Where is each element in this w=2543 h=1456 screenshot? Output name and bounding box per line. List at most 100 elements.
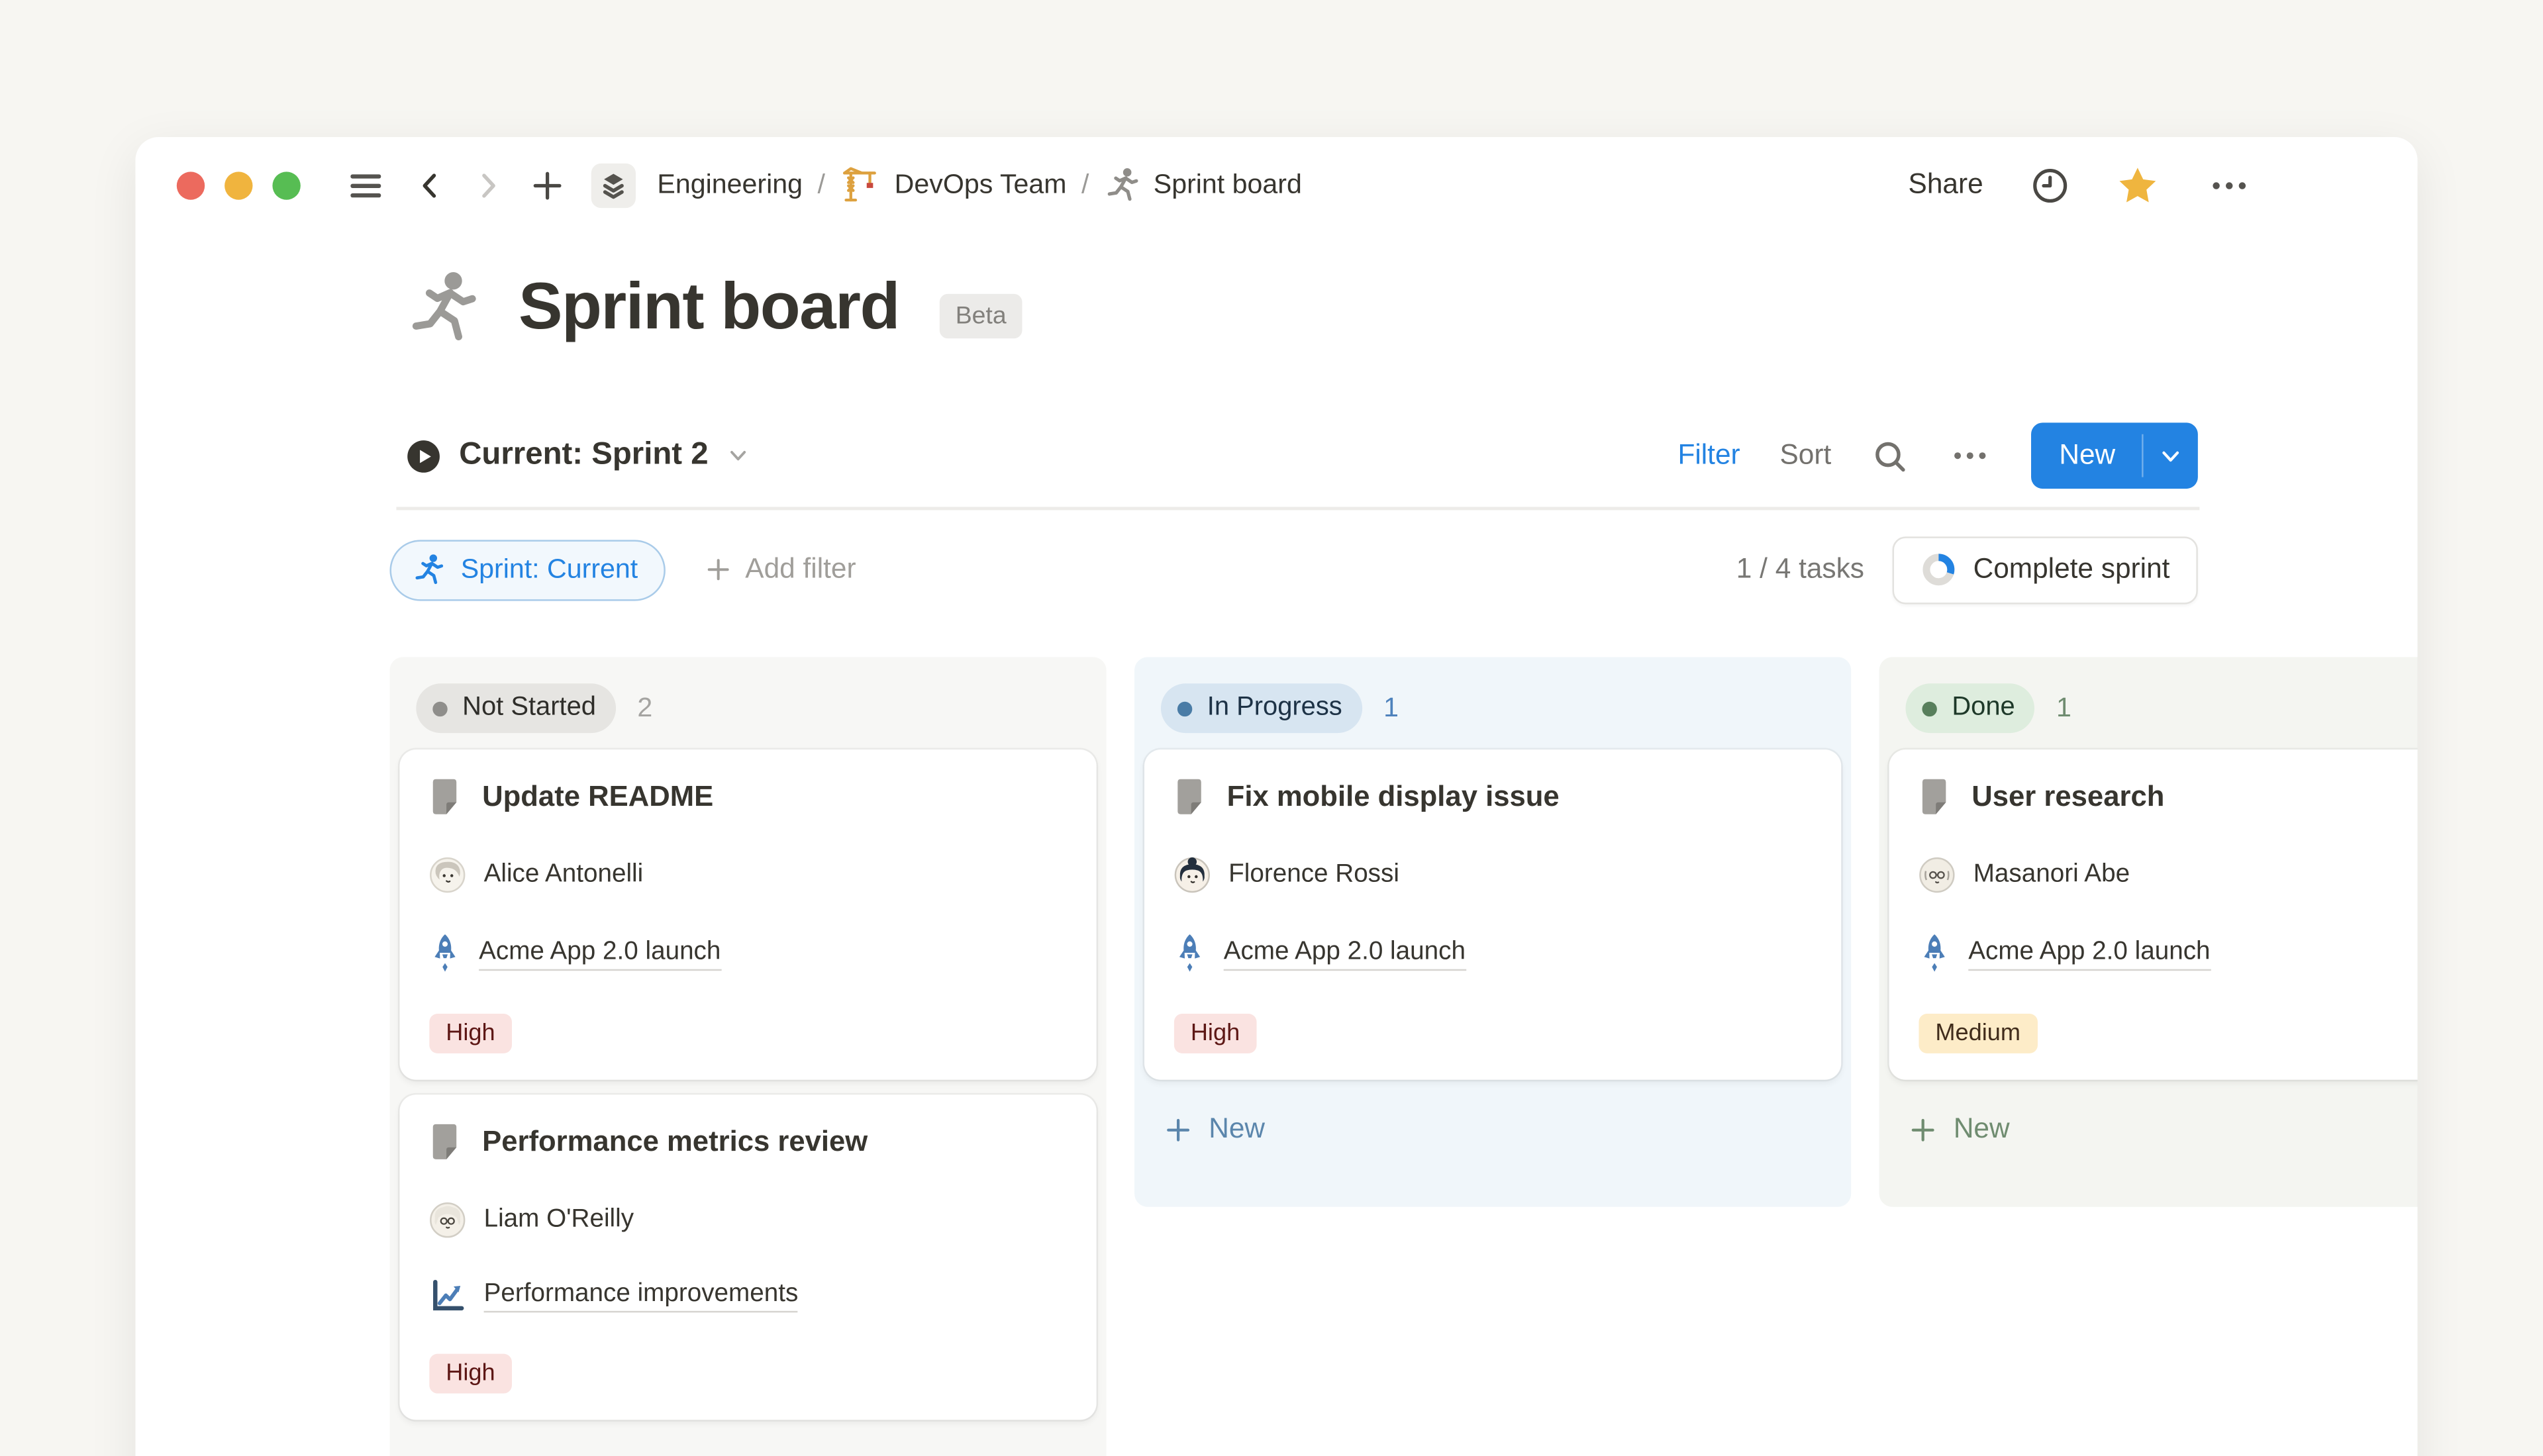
view-more-options-icon[interactable]: [1948, 439, 1991, 472]
avatar: [429, 857, 466, 893]
app-window: Engineering / DevOps Team / Sprint board…: [135, 137, 2417, 1456]
rocket-icon: [1919, 933, 1950, 974]
breadcrumb-item-engineering[interactable]: Engineering: [657, 170, 803, 201]
window-controls: [177, 171, 301, 199]
runner-icon: [1104, 167, 1140, 203]
priority-tag: High: [429, 1354, 511, 1394]
priority-tag: High: [429, 1014, 511, 1053]
hamburger-menu-icon[interactable]: [344, 166, 388, 204]
status-badge[interactable]: Done: [1906, 683, 2035, 733]
filter-bar: Sprint: Current Add filter 1 / 4 tasks C…: [389, 533, 2197, 606]
column-count: 1: [1383, 693, 1399, 724]
task-card-fix-mobile-display-issue[interactable]: Fix mobile display issue Florence Rossi …: [1144, 750, 1841, 1080]
page-icon: [429, 777, 460, 815]
filter-bar-left: Sprint: Current Add filter: [389, 539, 856, 600]
status-dot: [1922, 701, 1936, 715]
card-assignee-row: Florence Rossi: [1174, 857, 1811, 893]
filter-button[interactable]: Filter: [1677, 439, 1740, 472]
page-icon: [1174, 777, 1205, 815]
page-icon: [429, 1123, 460, 1161]
page-runner-icon[interactable]: [406, 269, 482, 345]
favorite-star-icon[interactable]: [2117, 164, 2158, 205]
topbar-actions: Share: [1909, 164, 2253, 205]
runner-icon: [413, 553, 446, 586]
board-column-not-started: Not Started 2 Update README Alice Antone…: [389, 657, 1106, 1456]
add-page-icon[interactable]: [530, 168, 564, 202]
project-link[interactable]: Acme App 2.0 launch: [1224, 937, 1466, 970]
card-project-row: Acme App 2.0 launch: [1174, 933, 1811, 974]
minimize-button[interactable]: [224, 171, 252, 199]
sort-button[interactable]: Sort: [1779, 439, 1831, 472]
add-card-button[interactable]: New: [1889, 1094, 2418, 1164]
project-link[interactable]: Acme App 2.0 launch: [1968, 937, 2210, 970]
plus-icon: [1909, 1115, 1936, 1143]
card-project-row: Acme App 2.0 launch: [429, 933, 1066, 974]
task-card-update-readme[interactable]: Update README Alice Antonelli Acme App 2…: [399, 750, 1096, 1080]
window-topbar: Engineering / DevOps Team / Sprint board…: [135, 137, 2417, 233]
task-card-user-research[interactable]: User research Masanori Abe Acme App 2.0 …: [1889, 750, 2418, 1080]
card-title-row: Update README: [429, 777, 1066, 815]
zoom-button[interactable]: [272, 171, 300, 199]
sprint-filter-chip[interactable]: Sprint: Current: [389, 539, 666, 600]
new-button-label: New: [2031, 422, 2142, 489]
page-title[interactable]: Sprint board: [519, 270, 899, 344]
crane-icon: [840, 164, 881, 205]
more-options-icon[interactable]: [2206, 168, 2252, 202]
search-icon[interactable]: [1871, 437, 1909, 475]
breadcrumb-separator: /: [816, 170, 826, 201]
add-card-button[interactable]: New: [1144, 1094, 1841, 1164]
new-button[interactable]: New: [2031, 422, 2198, 489]
rocket-icon: [429, 933, 460, 974]
board-column-in-progress: In Progress 1 Fix mobile display issue F…: [1134, 657, 1851, 1206]
card-project-row: Performance improvements: [429, 1278, 1066, 1314]
project-link[interactable]: Acme App 2.0 launch: [479, 937, 721, 970]
column-count: 2: [637, 693, 652, 724]
beta-badge: Beta: [939, 293, 1023, 338]
back-icon[interactable]: [415, 168, 446, 202]
priority-tag: Medium: [1919, 1014, 2036, 1053]
toolbar-divider: [396, 507, 2199, 510]
status-dot: [1177, 701, 1192, 715]
tasks-progress-label: 1 / 4 tasks: [1736, 553, 1864, 586]
breadcrumb: Engineering / DevOps Team / Sprint board: [657, 164, 1301, 205]
priority-tag: High: [1174, 1014, 1256, 1053]
new-button-chevron-icon[interactable]: [2144, 422, 2198, 489]
page-header: Sprint board Beta: [406, 269, 1022, 345]
close-button[interactable]: [177, 171, 205, 199]
card-title-row: Performance metrics review: [429, 1123, 1066, 1161]
view-switcher[interactable]: Current: Sprint 2: [406, 438, 750, 474]
filter-bar-right: 1 / 4 tasks Complete sprint: [1736, 536, 2198, 603]
column-count: 1: [2056, 693, 2071, 724]
complete-sprint-button[interactable]: Complete sprint: [1892, 536, 2197, 603]
status-badge[interactable]: In Progress: [1161, 683, 1362, 733]
screenshot-stage: Engineering / DevOps Team / Sprint board…: [0, 0, 2543, 1456]
avatar: [1174, 857, 1211, 893]
view-toolbar: Current: Sprint 2 Filter Sort New: [406, 421, 2197, 491]
view-toolbar-actions: Filter Sort New: [1677, 422, 2197, 489]
column-header: Not Started 2: [399, 667, 1096, 750]
status-dot: [432, 701, 447, 715]
breadcrumb-separator: /: [1080, 170, 1091, 201]
breadcrumb-item-sprint-board[interactable]: Sprint board: [1104, 167, 1302, 203]
avatar: [429, 1202, 466, 1238]
card-title-row: User research: [1919, 777, 2417, 815]
status-badge[interactable]: Not Started: [416, 683, 616, 733]
clock-icon[interactable]: [2031, 166, 2069, 204]
card-assignee-row: Alice Antonelli: [429, 857, 1066, 893]
board-column-done: Done 1 User research Masanori Abe Acme A…: [1879, 657, 2418, 1206]
project-link[interactable]: Performance improvements: [484, 1279, 799, 1312]
share-button[interactable]: Share: [1909, 168, 1983, 201]
avatar: [1919, 857, 1955, 893]
current-view-label: Current: Sprint 2: [459, 438, 708, 474]
card-assignee-row: Liam O'Reilly: [429, 1202, 1066, 1238]
plus-icon: [1164, 1115, 1192, 1143]
progress-ring-icon: [1920, 552, 1957, 588]
add-filter-button[interactable]: Add filter: [705, 553, 856, 586]
breadcrumb-item-devops-team[interactable]: DevOps Team: [840, 164, 1066, 205]
play-circle-icon: [406, 438, 440, 473]
plus-icon: [705, 556, 732, 583]
collections-stack-icon[interactable]: [591, 163, 636, 207]
task-card-performance-metrics-review[interactable]: Performance metrics review Liam O'Reilly…: [399, 1094, 1096, 1420]
forward-icon[interactable]: [472, 168, 503, 202]
chevron-down-icon: [726, 444, 750, 467]
